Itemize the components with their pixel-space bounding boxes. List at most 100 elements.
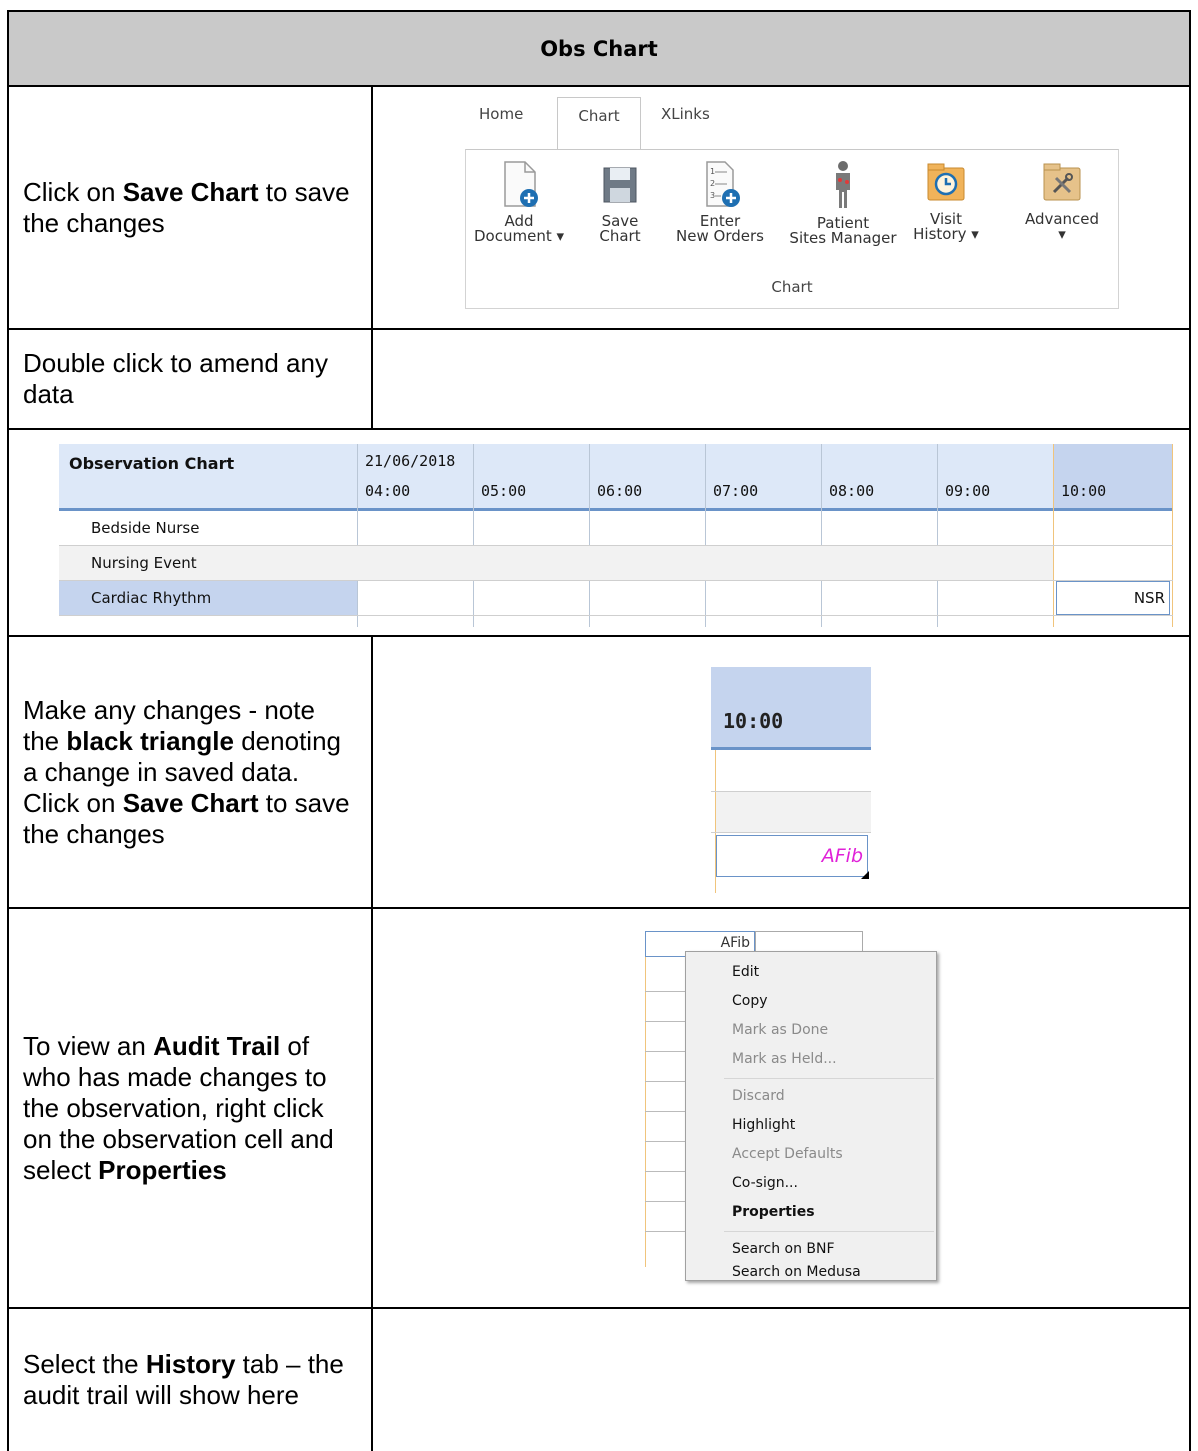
context-menu: Edit Copy Mark as Done Mark as Held... D… xyxy=(685,951,937,1281)
add-document-label-2: Document ▾ xyxy=(474,227,565,245)
instruction-text: Make any changes - note the black triang… xyxy=(23,695,357,850)
time-header[interactable]: 10:00 xyxy=(1061,482,1106,500)
row-divider xyxy=(711,832,871,833)
column-divider xyxy=(821,444,822,627)
row-divider xyxy=(645,991,685,992)
header-title: Obs Chart xyxy=(540,36,658,61)
enter-new-orders-button[interactable]: 1 2 3 Enter New Orders xyxy=(664,160,776,244)
add-document-icon xyxy=(504,161,538,207)
row-make-changes: Make any changes - note the black triang… xyxy=(7,637,1191,909)
instruction-bold-text: Save Chart xyxy=(122,176,259,207)
zoomed-cell: 10:00 AFib xyxy=(711,663,871,893)
row-label-bedside-nurse[interactable]: Bedside Nurse xyxy=(59,511,355,545)
save-chart-label-2: Chart xyxy=(599,227,641,245)
advanced-label-2: ▾ xyxy=(1058,225,1066,243)
menu-item-mark-as-held[interactable]: Mark as Held... xyxy=(732,1051,837,1067)
time-header[interactable]: 07:00 xyxy=(713,482,758,500)
ribbon: Home Chart XLinks Add Document ▾ Save Ch… xyxy=(465,97,1119,311)
menu-item-co-sign[interactable]: Co-sign... xyxy=(732,1175,798,1191)
ribbon-group-label: Chart xyxy=(771,278,813,296)
menu-item-discard[interactable]: Discard xyxy=(732,1088,785,1104)
row-audit-trail: To view an Audit Trail of who has made c… xyxy=(7,909,1191,1309)
patient-sites-manager-button[interactable]: Patient Sites Manager xyxy=(784,160,902,246)
advanced-button[interactable]: Advanced ▾ xyxy=(1014,160,1110,242)
instruction-text: Select the History tab – the audit trail… xyxy=(23,1349,357,1411)
column-divider xyxy=(473,444,474,627)
row-divider xyxy=(645,1171,685,1172)
column-divider xyxy=(937,444,938,627)
zoom-shaded-row xyxy=(716,792,871,832)
row-divider xyxy=(59,615,1173,616)
row-divider xyxy=(645,1051,685,1052)
save-chart-button[interactable]: Save Chart xyxy=(588,160,652,244)
time-header[interactable]: 08:00 xyxy=(829,482,874,500)
instruction-cell: To view an Audit Trail of who has made c… xyxy=(9,909,373,1307)
save-icon xyxy=(603,167,637,203)
menu-item-copy[interactable]: Copy xyxy=(732,993,768,1009)
visit-history-button[interactable]: Visit History ▾ xyxy=(910,160,982,242)
row-label-nursing-event[interactable]: Nursing Event xyxy=(59,546,357,580)
row-divider xyxy=(645,1141,685,1142)
time-header[interactable]: 06:00 xyxy=(597,482,642,500)
instruction-cell: Double click to amend any data xyxy=(9,330,373,428)
row-double-click: Double click to amend any data xyxy=(7,330,1191,430)
column-divider xyxy=(589,444,590,627)
instruction-text: Click on Save Chart to save the changes xyxy=(23,177,357,239)
time-header[interactable]: 05:00 xyxy=(481,482,526,500)
row-divider xyxy=(645,1021,685,1022)
table-header: Obs Chart xyxy=(7,10,1191,87)
instruction-bold-text: Audit Trail xyxy=(153,1030,281,1061)
row-divider xyxy=(645,1081,685,1082)
column-border xyxy=(645,957,685,1267)
menu-separator xyxy=(724,1078,934,1079)
black-triangle-icon xyxy=(861,871,869,879)
svg-text:3: 3 xyxy=(710,191,715,200)
column-divider xyxy=(705,444,706,627)
empty-cell xyxy=(373,330,1189,428)
instruction-text: To view an Audit Trail of who has made c… xyxy=(23,1031,357,1186)
zoom-time: 10:00 xyxy=(723,709,784,733)
instruction-text-run: Select the xyxy=(23,1349,146,1379)
history-icon xyxy=(927,163,965,201)
screenshot-cell: AFib Edit Copy Mark as Done Mark as Held… xyxy=(373,909,1189,1307)
changed-value-cell[interactable]: AFib xyxy=(716,835,868,877)
chart-title: Observation Chart xyxy=(69,454,235,473)
screenshot-cell: Home Chart XLinks Add Document ▾ Save Ch… xyxy=(373,87,1189,328)
ribbon-tabs: Home Chart XLinks xyxy=(465,97,1119,150)
tab-xlinks[interactable]: XLinks xyxy=(661,105,710,123)
tools-icon xyxy=(1043,163,1081,201)
menu-item-accept-defaults[interactable]: Accept Defaults xyxy=(732,1146,843,1162)
menu-item-search-bnf[interactable]: Search on BNF xyxy=(732,1241,835,1257)
column-divider xyxy=(357,444,358,627)
menu-separator xyxy=(724,1231,934,1232)
add-document-button[interactable]: Add Document ▾ xyxy=(474,160,564,244)
time-header[interactable]: 04:00 xyxy=(365,482,410,500)
svg-text:1: 1 xyxy=(710,167,715,176)
menu-item-highlight[interactable]: Highlight xyxy=(732,1117,795,1133)
menu-item-edit[interactable]: Edit xyxy=(732,964,759,980)
cardiac-rhythm-cell[interactable]: NSR xyxy=(1056,581,1170,615)
chart-date: 21/06/2018 xyxy=(365,452,456,470)
tab-chart[interactable]: Chart xyxy=(557,97,641,150)
row-label-cardiac-rhythm[interactable]: Cardiac Rhythm xyxy=(59,581,357,615)
instruction-cell: Select the History tab – the audit trail… xyxy=(9,1309,373,1451)
tab-home[interactable]: Home xyxy=(479,105,523,123)
patient-icon xyxy=(836,161,850,208)
instruction-text-run: Click on xyxy=(23,176,123,207)
menu-item-search-medusa[interactable]: Search on Medusa xyxy=(732,1264,861,1280)
visit-history-label-2: History ▾ xyxy=(913,225,979,243)
menu-item-properties[interactable]: Properties xyxy=(732,1204,815,1220)
instruction-cell: Click on Save Chart to save the changes xyxy=(9,87,373,328)
observation-chart: Observation Chart 21/06/2018 04:00 05:00… xyxy=(59,444,1173,627)
time-header[interactable]: 09:00 xyxy=(945,482,990,500)
screenshot-cell: 10:00 AFib xyxy=(373,637,1189,907)
instruction-text-run: To view an xyxy=(23,1030,154,1061)
instruction-text-run: Double click to amend any data xyxy=(23,348,328,409)
enter-new-orders-label-2: New Orders xyxy=(676,227,764,245)
menu-item-mark-as-done[interactable]: Mark as Done xyxy=(732,1022,828,1038)
instruction-cell: Make any changes - note the black triang… xyxy=(9,637,373,907)
zoom-header xyxy=(711,667,871,747)
nursing-event-row-bg xyxy=(357,546,1053,580)
instruction-bold-text: Save Chart xyxy=(122,787,259,818)
ribbon-panel: Add Document ▾ Save Chart 1 2 3 Enter Ne… xyxy=(465,149,1119,309)
